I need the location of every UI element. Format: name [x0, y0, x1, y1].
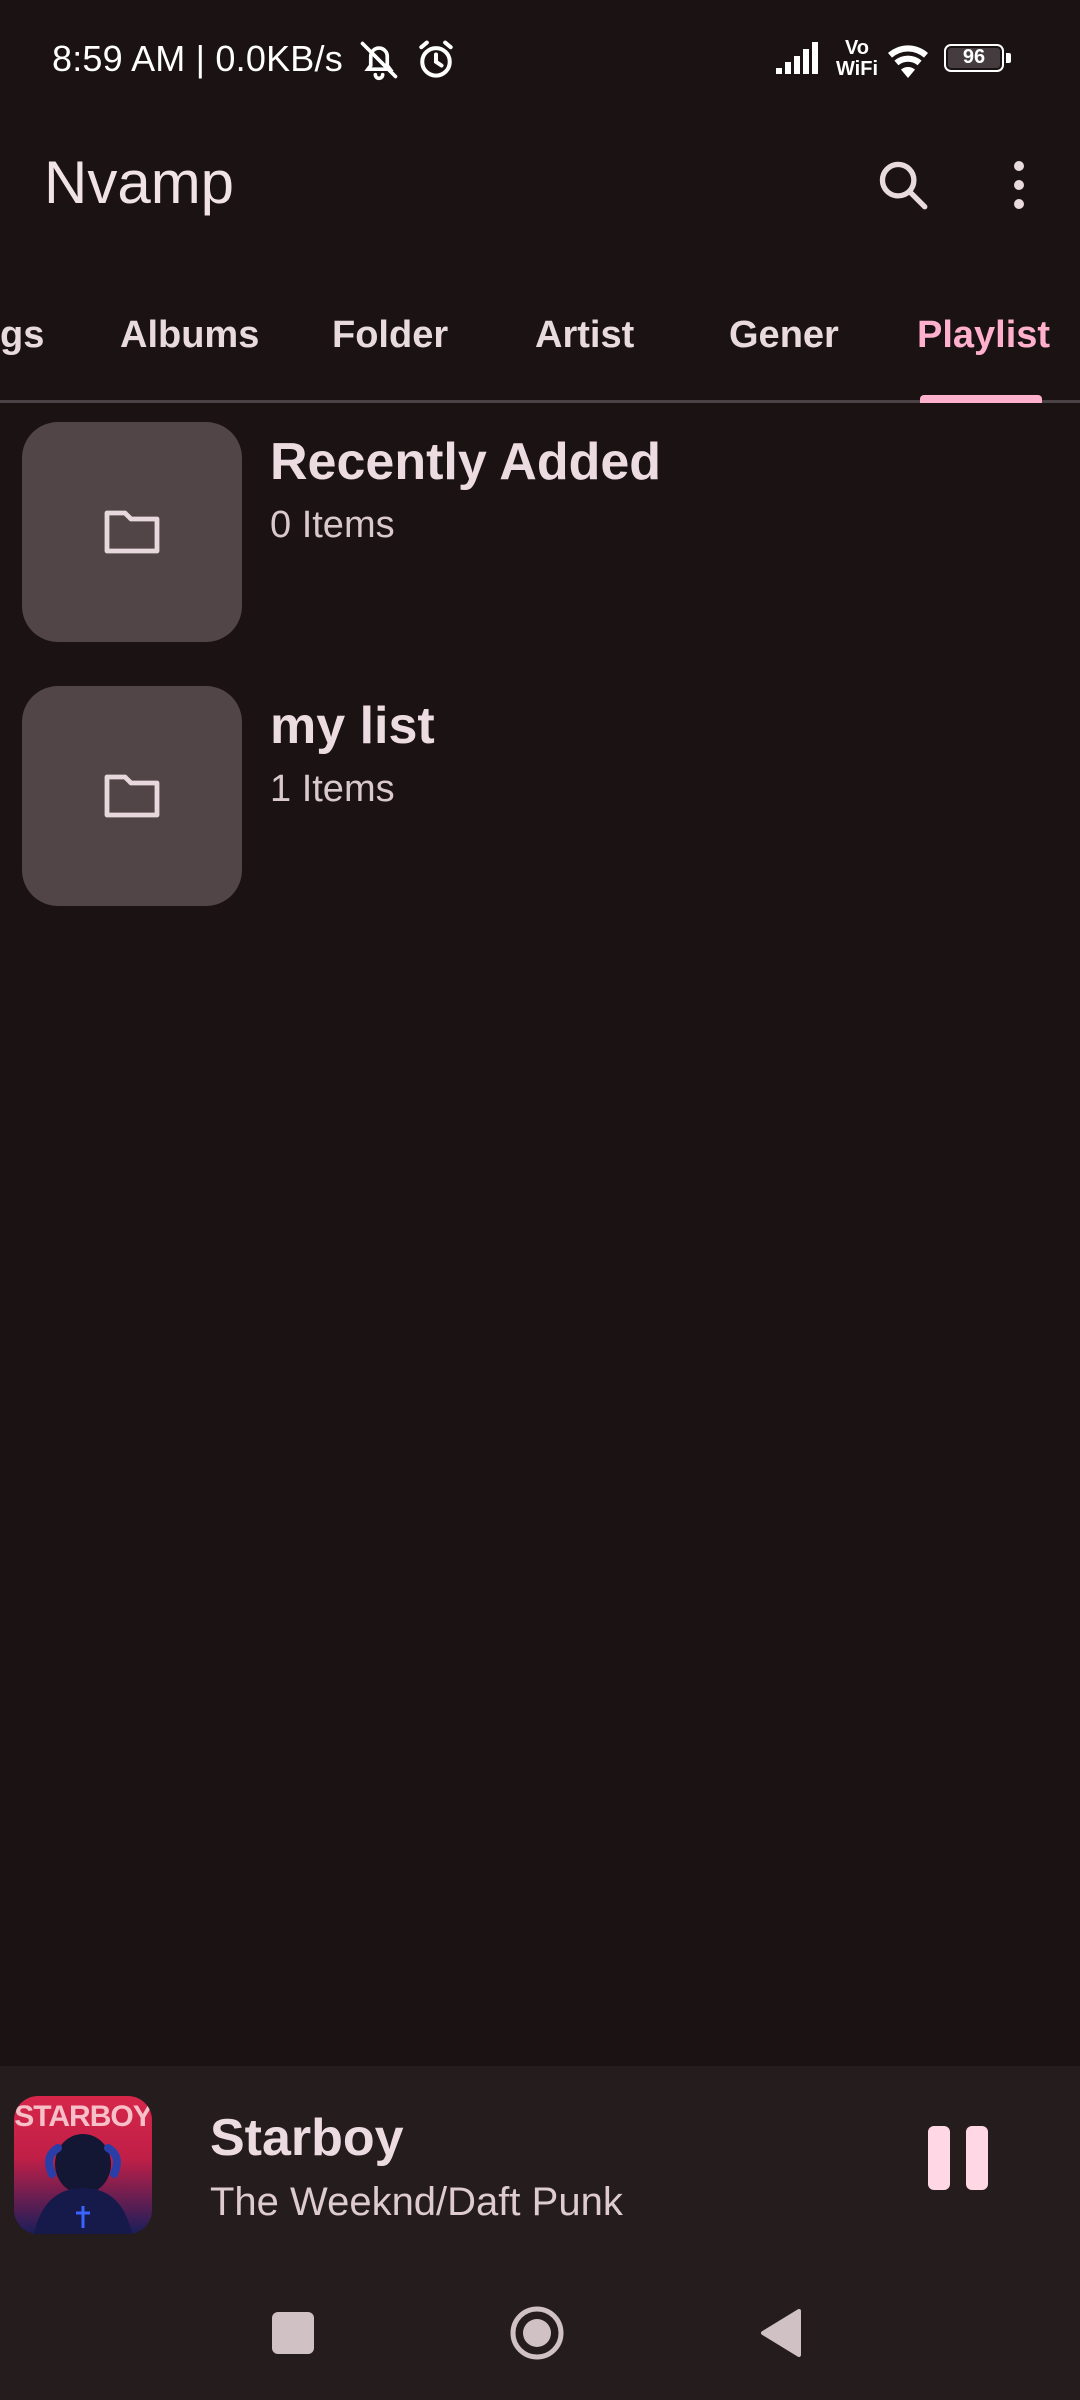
playlist-thumbnail [22, 422, 242, 642]
signal-icon [774, 40, 824, 76]
app-title: Nvamp [44, 149, 235, 216]
playlist-item[interactable]: Recently Added 0 Items [0, 422, 1080, 642]
tab-artist[interactable]: Artist [535, 314, 634, 357]
vowifi-icon: Vo WiFi [832, 38, 882, 84]
playlist-title: Recently Added [270, 433, 662, 491]
wifi-icon [884, 36, 932, 80]
active-tab-indicator [920, 395, 1042, 403]
recents-button[interactable] [258, 2298, 328, 2368]
tab-albums[interactable]: Albums [120, 314, 259, 357]
tab-playlist[interactable]: Playlist [917, 314, 1050, 357]
search-icon [874, 156, 932, 214]
playlist-title: my list [270, 697, 435, 755]
recents-square-icon [272, 2312, 314, 2354]
more-options-button[interactable] [974, 140, 1064, 230]
home-button[interactable] [502, 2298, 572, 2368]
back-triangle-icon [759, 2308, 803, 2358]
back-button[interactable] [746, 2298, 816, 2368]
vowifi-line1: Vo [844, 37, 870, 59]
status-bar: 8:59 AM | 0.0KB/s Vo WiFi 96 [0, 0, 1080, 120]
track-title: Starboy [210, 2109, 404, 2167]
tab-songs[interactable]: gs [0, 314, 44, 357]
track-artist: The Weeknd/Daft Punk [210, 2180, 623, 2224]
vowifi-line2: WiFi [835, 58, 879, 80]
playlist-count: 0 Items [270, 504, 395, 546]
pause-button[interactable] [920, 2126, 992, 2206]
mute-bell-icon [357, 38, 401, 82]
home-circle-icon [508, 2304, 566, 2362]
album-art: STARBOY [14, 2096, 152, 2234]
tab-bar: gs Albums Folder Artist Gener Playlist [0, 296, 1080, 403]
more-vert-icon [1009, 160, 1029, 210]
search-button[interactable] [858, 140, 948, 230]
alarm-icon [414, 38, 458, 82]
folder-icon [103, 507, 161, 557]
battery-level: 96 [962, 46, 986, 68]
playlist-item[interactable]: my list 1 Items [0, 686, 1080, 906]
playlist-thumbnail [22, 686, 242, 906]
playlist-count: 1 Items [270, 768, 395, 810]
tab-genre[interactable]: Gener [729, 314, 839, 357]
tab-folder[interactable]: Folder [332, 314, 448, 357]
status-time: 8:59 AM | 0.0KB/s [52, 38, 343, 79]
folder-icon [103, 771, 161, 821]
battery-icon: 96 [944, 44, 1016, 76]
